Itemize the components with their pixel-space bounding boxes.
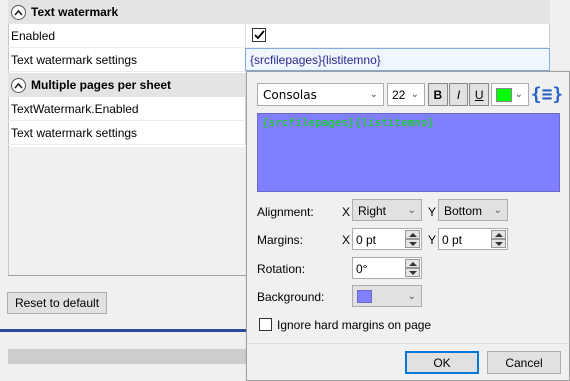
background-label: Background: — [257, 290, 325, 304]
font-color-select[interactable]: ⌄ — [491, 83, 529, 106]
spin-up-icon[interactable] — [405, 230, 420, 239]
color-swatch — [496, 88, 512, 102]
spin-down-icon[interactable] — [405, 239, 420, 248]
property-value-text: {srcfilepages}{listitemno} — [250, 53, 381, 67]
spin-up-icon[interactable] — [405, 259, 420, 268]
margin-x-value: 0 pt — [356, 233, 377, 247]
font-size-value: 22 — [392, 88, 406, 102]
rotation-spinner[interactable]: 0° — [352, 257, 422, 279]
rotation-value: 0° — [356, 262, 368, 276]
watermark-text-input[interactable]: {srcfilepages}{listitemno} — [257, 113, 560, 192]
margin-y-spinner[interactable]: 0 pt — [438, 228, 508, 250]
horizontal-scrollbar[interactable] — [8, 349, 248, 364]
watermark-text: {srcfilepages}{listitemno} — [262, 116, 435, 129]
enabled-checkbox[interactable] — [252, 28, 266, 42]
property-label: TextWatermark.Enabled — [11, 102, 139, 116]
background-color-select[interactable]: ⌄ — [352, 285, 422, 307]
bold-button[interactable]: B — [428, 83, 448, 106]
divider — [0, 329, 250, 332]
spin-down-icon[interactable] — [491, 239, 506, 248]
collapse-icon[interactable] — [11, 4, 26, 20]
ignore-hard-margins-checkbox[interactable] — [259, 318, 272, 331]
section-title: Text watermark — [31, 5, 119, 19]
ok-button[interactable]: OK — [405, 351, 479, 374]
font-size-select[interactable]: 22 ⌄ — [387, 83, 425, 106]
property-value-field[interactable]: {srcfilepages}{listitemno} — [245, 48, 550, 71]
property-label: Enabled — [11, 29, 56, 43]
italic-button[interactable]: I — [448, 83, 469, 106]
section-text-watermark[interactable]: Text watermark — [8, 0, 550, 24]
font-family-select[interactable]: Consolas ⌄ — [257, 83, 384, 106]
property-label: Text watermark settings — [11, 53, 138, 67]
collapse-icon[interactable] — [11, 77, 26, 93]
alignment-label: Alignment: — [257, 205, 314, 219]
alignment-y-value: Bottom — [444, 204, 483, 218]
property-row-text-watermark-settings[interactable]: Text watermark settings {srcfilepages}{l… — [8, 48, 550, 72]
cancel-button[interactable]: Cancel — [487, 351, 561, 374]
property-value — [245, 24, 550, 47]
margins-x-label: X — [342, 233, 351, 247]
chevron-down-icon: ⌄ — [514, 89, 523, 100]
color-swatch — [357, 290, 372, 303]
spin-up-icon[interactable] — [491, 230, 506, 239]
margins-y-label: Y — [428, 233, 437, 247]
margin-x-spinner[interactable]: 0 pt — [352, 228, 422, 250]
chevron-down-icon: ⌄ — [493, 205, 502, 216]
alignment-x-select[interactable]: Right ⌄ — [352, 199, 422, 221]
chevron-down-icon: ⌄ — [407, 291, 416, 302]
rotation-label: Rotation: — [257, 262, 306, 276]
alignment-y-select[interactable]: Bottom ⌄ — [438, 199, 508, 221]
reset-to-default-button[interactable]: Reset to default — [7, 292, 107, 314]
insert-macro-icon[interactable]: {≡} — [531, 81, 564, 107]
chevron-down-icon: ⌄ — [407, 205, 416, 216]
margin-y-value: 0 pt — [442, 233, 463, 247]
chevron-down-icon: ⌄ — [410, 89, 419, 100]
chevron-down-icon: ⌄ — [369, 89, 378, 100]
section-title: Multiple pages per sheet — [31, 78, 172, 92]
font-family-value: Consolas — [263, 88, 317, 102]
ignore-hard-margins-label: Ignore hard margins on page — [277, 318, 432, 332]
alignment-x-value: Right — [358, 204, 387, 218]
margins-label: Margins: — [257, 233, 304, 247]
property-label: Text watermark settings — [11, 126, 138, 140]
dialog-footer: OK Cancel — [247, 343, 569, 380]
text-format-group: B I U — [428, 83, 490, 106]
property-row-enabled[interactable]: Enabled — [8, 24, 550, 48]
alignment-y-label: Y — [428, 205, 437, 219]
underline-button[interactable]: U — [469, 83, 490, 106]
alignment-x-label: X — [342, 205, 351, 219]
spin-down-icon[interactable] — [405, 268, 420, 277]
text-watermark-editor-popup: Consolas ⌄ 22 ⌄ B I U ⌄ {≡} {srcfilepage… — [246, 71, 570, 381]
